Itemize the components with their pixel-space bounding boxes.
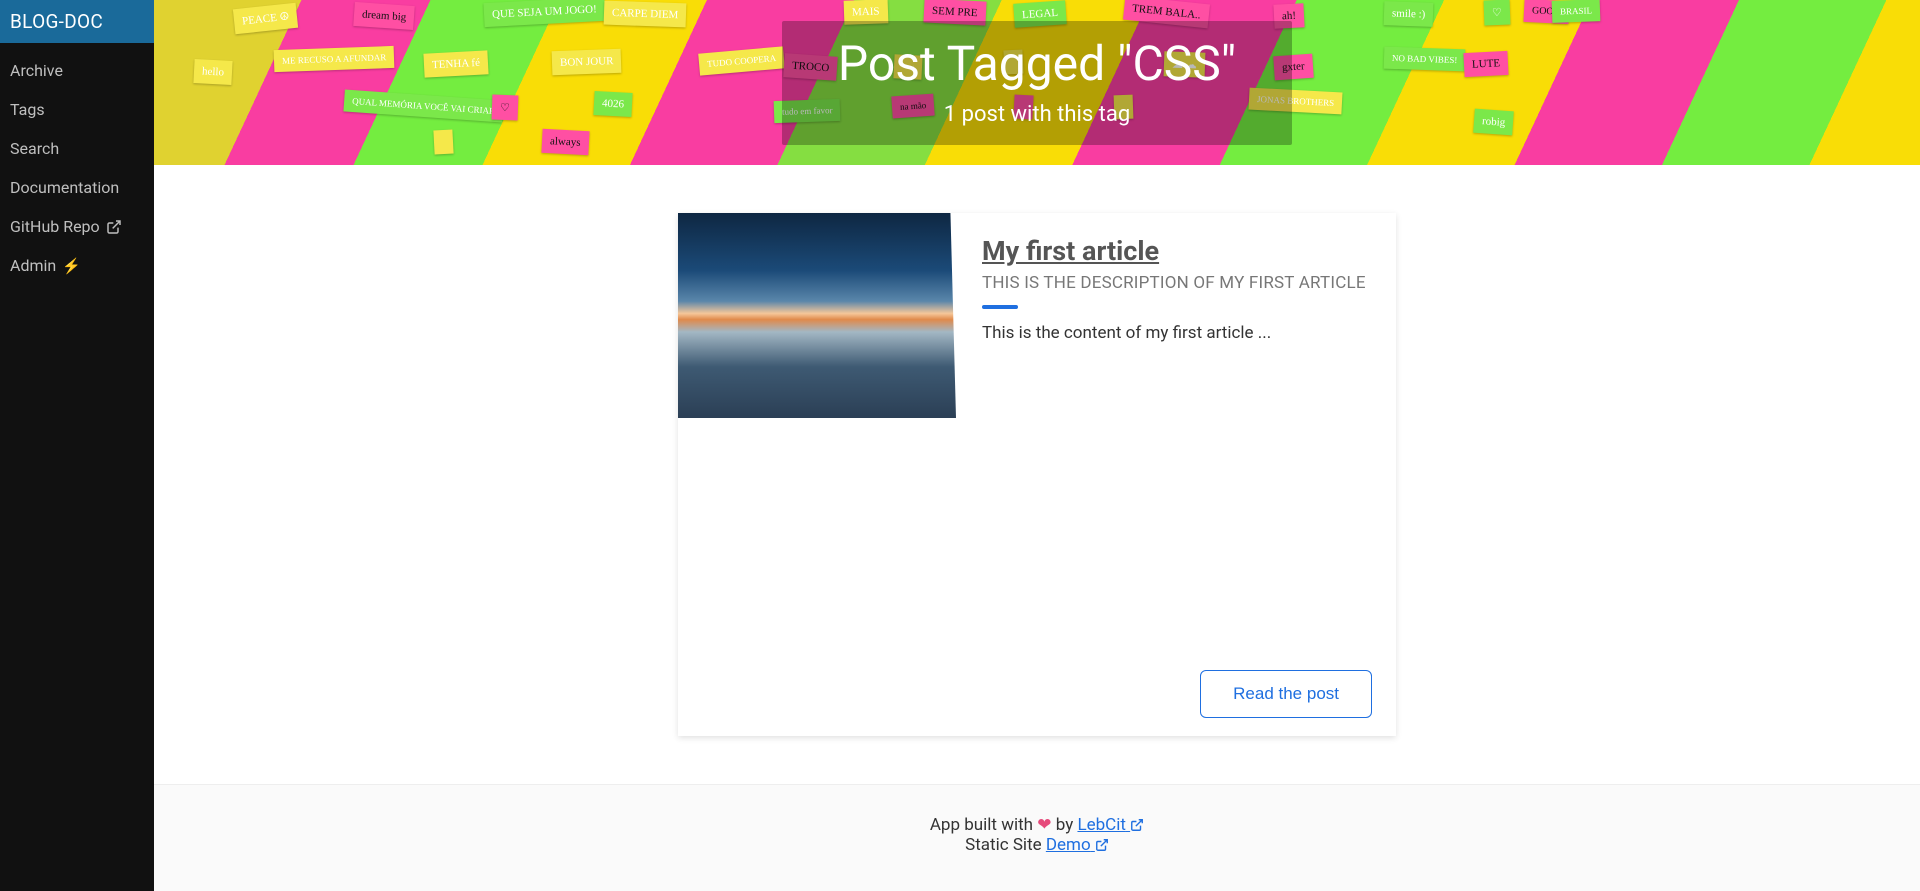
bolt-icon: ⚡	[62, 257, 81, 275]
read-post-button[interactable]: Read the post	[1200, 670, 1372, 718]
sidebar: BLOG-DOC Archive Tags Search Documentati…	[0, 0, 154, 891]
demo-link[interactable]: Demo	[1046, 835, 1109, 855]
author-link[interactable]: LebCit	[1077, 815, 1144, 835]
footer-line-1: App built with ❤ by LebCit	[154, 815, 1920, 835]
footer-text: Static Site	[965, 835, 1046, 855]
footer-line-2: Static Site Demo	[154, 835, 1920, 855]
brand[interactable]: BLOG-DOC	[0, 0, 154, 43]
sidebar-item-label: Search	[10, 139, 59, 158]
sidebar-item-label: Archive	[10, 61, 63, 80]
footer: App built with ❤ by LebCit Static Site D…	[154, 784, 1920, 891]
external-link-icon	[1126, 815, 1144, 835]
sidebar-item-archive[interactable]: Archive	[0, 51, 154, 90]
post-description: THIS IS THE DESCRIPTION OF MY FIRST ARTI…	[982, 273, 1372, 293]
sidebar-item-documentation[interactable]: Documentation	[0, 168, 154, 207]
external-link-icon	[106, 219, 122, 235]
sidebar-item-label: Admin	[10, 256, 56, 275]
hero: PEACE ☮ dream big QUE SEJA UM JOGO! CARP…	[154, 0, 1920, 165]
sidebar-item-github-repo[interactable]: GitHub Repo	[0, 207, 154, 246]
footer-text: by	[1056, 815, 1078, 835]
post-actions: Read the post	[982, 652, 1372, 718]
footer-text: App built with	[930, 815, 1037, 835]
hero-overlay: Post Tagged "CSS" 1 post with this tag	[782, 21, 1292, 145]
sidebar-item-tags[interactable]: Tags	[0, 90, 154, 129]
author-name: LebCit	[1077, 815, 1125, 835]
page-subtitle: 1 post with this tag	[838, 102, 1236, 127]
demo-label: Demo	[1046, 835, 1091, 855]
sidebar-nav: Archive Tags Search Documentation GitHub…	[0, 43, 154, 285]
main: PEACE ☮ dream big QUE SEJA UM JOGO! CARP…	[154, 0, 1920, 891]
heart-icon: ❤	[1037, 815, 1051, 835]
post-title-link[interactable]: My first article	[982, 235, 1372, 267]
post-thumbnail[interactable]	[678, 213, 956, 418]
sidebar-item-label: Tags	[10, 100, 45, 119]
post-excerpt: This is the content of my first article …	[982, 323, 1372, 343]
sidebar-item-search[interactable]: Search	[0, 129, 154, 168]
post-card: My first article THIS IS THE DESCRIPTION…	[678, 213, 1396, 736]
sidebar-item-admin[interactable]: Admin ⚡	[0, 246, 154, 285]
post-body: My first article THIS IS THE DESCRIPTION…	[956, 213, 1396, 736]
sidebar-item-label: Documentation	[10, 178, 119, 197]
sidebar-item-label: GitHub Repo	[10, 217, 100, 236]
content: My first article THIS IS THE DESCRIPTION…	[154, 165, 1920, 784]
external-link-icon	[1091, 835, 1109, 855]
page-title: Post Tagged "CSS"	[838, 35, 1236, 92]
divider	[982, 305, 1018, 309]
